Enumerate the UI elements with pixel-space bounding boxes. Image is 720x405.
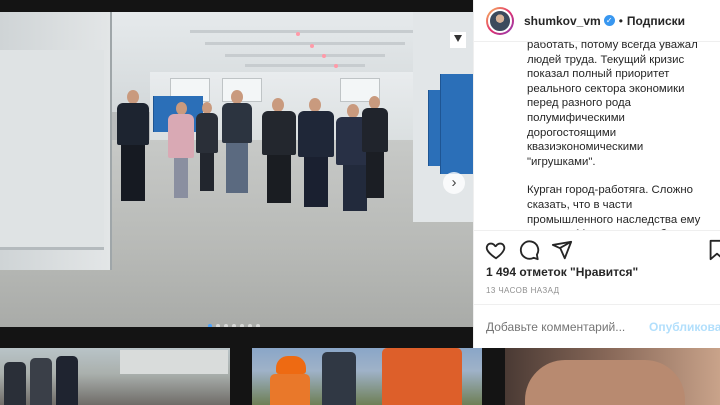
thumbnail-worker	[382, 348, 462, 405]
carousel-dot	[256, 324, 260, 327]
photo-lamp	[334, 64, 338, 68]
photo-lamp	[310, 44, 314, 48]
save-photo-icon[interactable]	[450, 32, 466, 48]
following-button[interactable]: Подписки	[627, 14, 685, 28]
carousel-dot	[240, 324, 244, 327]
related-post-thumbnail[interactable]	[252, 348, 482, 405]
publish-button[interactable]: Опубликовать	[649, 320, 720, 334]
thumbnail-person	[30, 358, 52, 405]
caption-paragraph: работать, потому всегда уважал людей тру…	[527, 42, 698, 168]
photo-lamp	[322, 54, 326, 58]
heart-icon[interactable]	[485, 239, 507, 261]
photo-ceiling-beam	[205, 42, 405, 45]
post-photo[interactable]: ›	[0, 12, 473, 327]
carousel-indicator	[208, 324, 260, 327]
verified-badge-icon: ✓	[603, 15, 615, 26]
photo-blue-cabinet	[440, 74, 473, 174]
post-timestamp: 13 ЧАСОВ НАЗАД	[486, 286, 560, 295]
photo-lamp	[296, 32, 300, 36]
photo-ceiling-beam	[190, 30, 420, 33]
thumbnail-person	[56, 356, 78, 405]
comment-icon[interactable]	[518, 239, 540, 261]
related-post-thumbnail[interactable]	[0, 348, 230, 405]
carousel-dot	[248, 324, 252, 327]
bookmark-icon[interactable]	[706, 239, 720, 261]
username-link[interactable]: shumkov_vm	[524, 14, 601, 28]
thumbnail-hands	[525, 360, 685, 405]
post-side-panel: shumkov_vm ✓ • Подписки работать, потому…	[473, 0, 720, 348]
instagram-post-view: › shumkov_vm ✓ • Подписки работать, пото…	[0, 0, 720, 405]
carousel-dot	[208, 324, 212, 327]
avatar[interactable]	[486, 6, 514, 35]
photo-ceiling-beam	[245, 64, 365, 67]
thumbnail-person	[4, 362, 26, 405]
comment-input[interactable]	[486, 319, 636, 334]
post-actions	[474, 230, 720, 264]
carousel-next-button[interactable]: ›	[443, 172, 465, 194]
related-post-thumbnail[interactable]	[505, 348, 720, 405]
photo-left-wall-panel	[0, 50, 104, 250]
comment-form: Опубликовать	[474, 304, 720, 348]
post-header: shumkov_vm ✓ • Подписки	[474, 0, 720, 42]
thumbnail-worker	[270, 374, 310, 405]
thumbnail-worker	[322, 352, 356, 405]
carousel-dot	[216, 324, 220, 327]
carousel-dot	[224, 324, 228, 327]
thumbnail-building	[120, 350, 228, 374]
thumbnail-hard-hat	[276, 356, 306, 374]
photo-ceiling-beam	[225, 54, 385, 57]
post-caption: работать, потому всегда уважал людей тру…	[474, 42, 720, 230]
carousel-dot	[232, 324, 236, 327]
likes-count[interactable]: 1 494 отметок "Нравится"	[486, 265, 638, 279]
share-icon[interactable]	[551, 239, 573, 261]
caption-paragraph: Курган город-работяга. Сложно сказать, ч…	[527, 184, 701, 230]
header-separator: •	[618, 13, 623, 28]
